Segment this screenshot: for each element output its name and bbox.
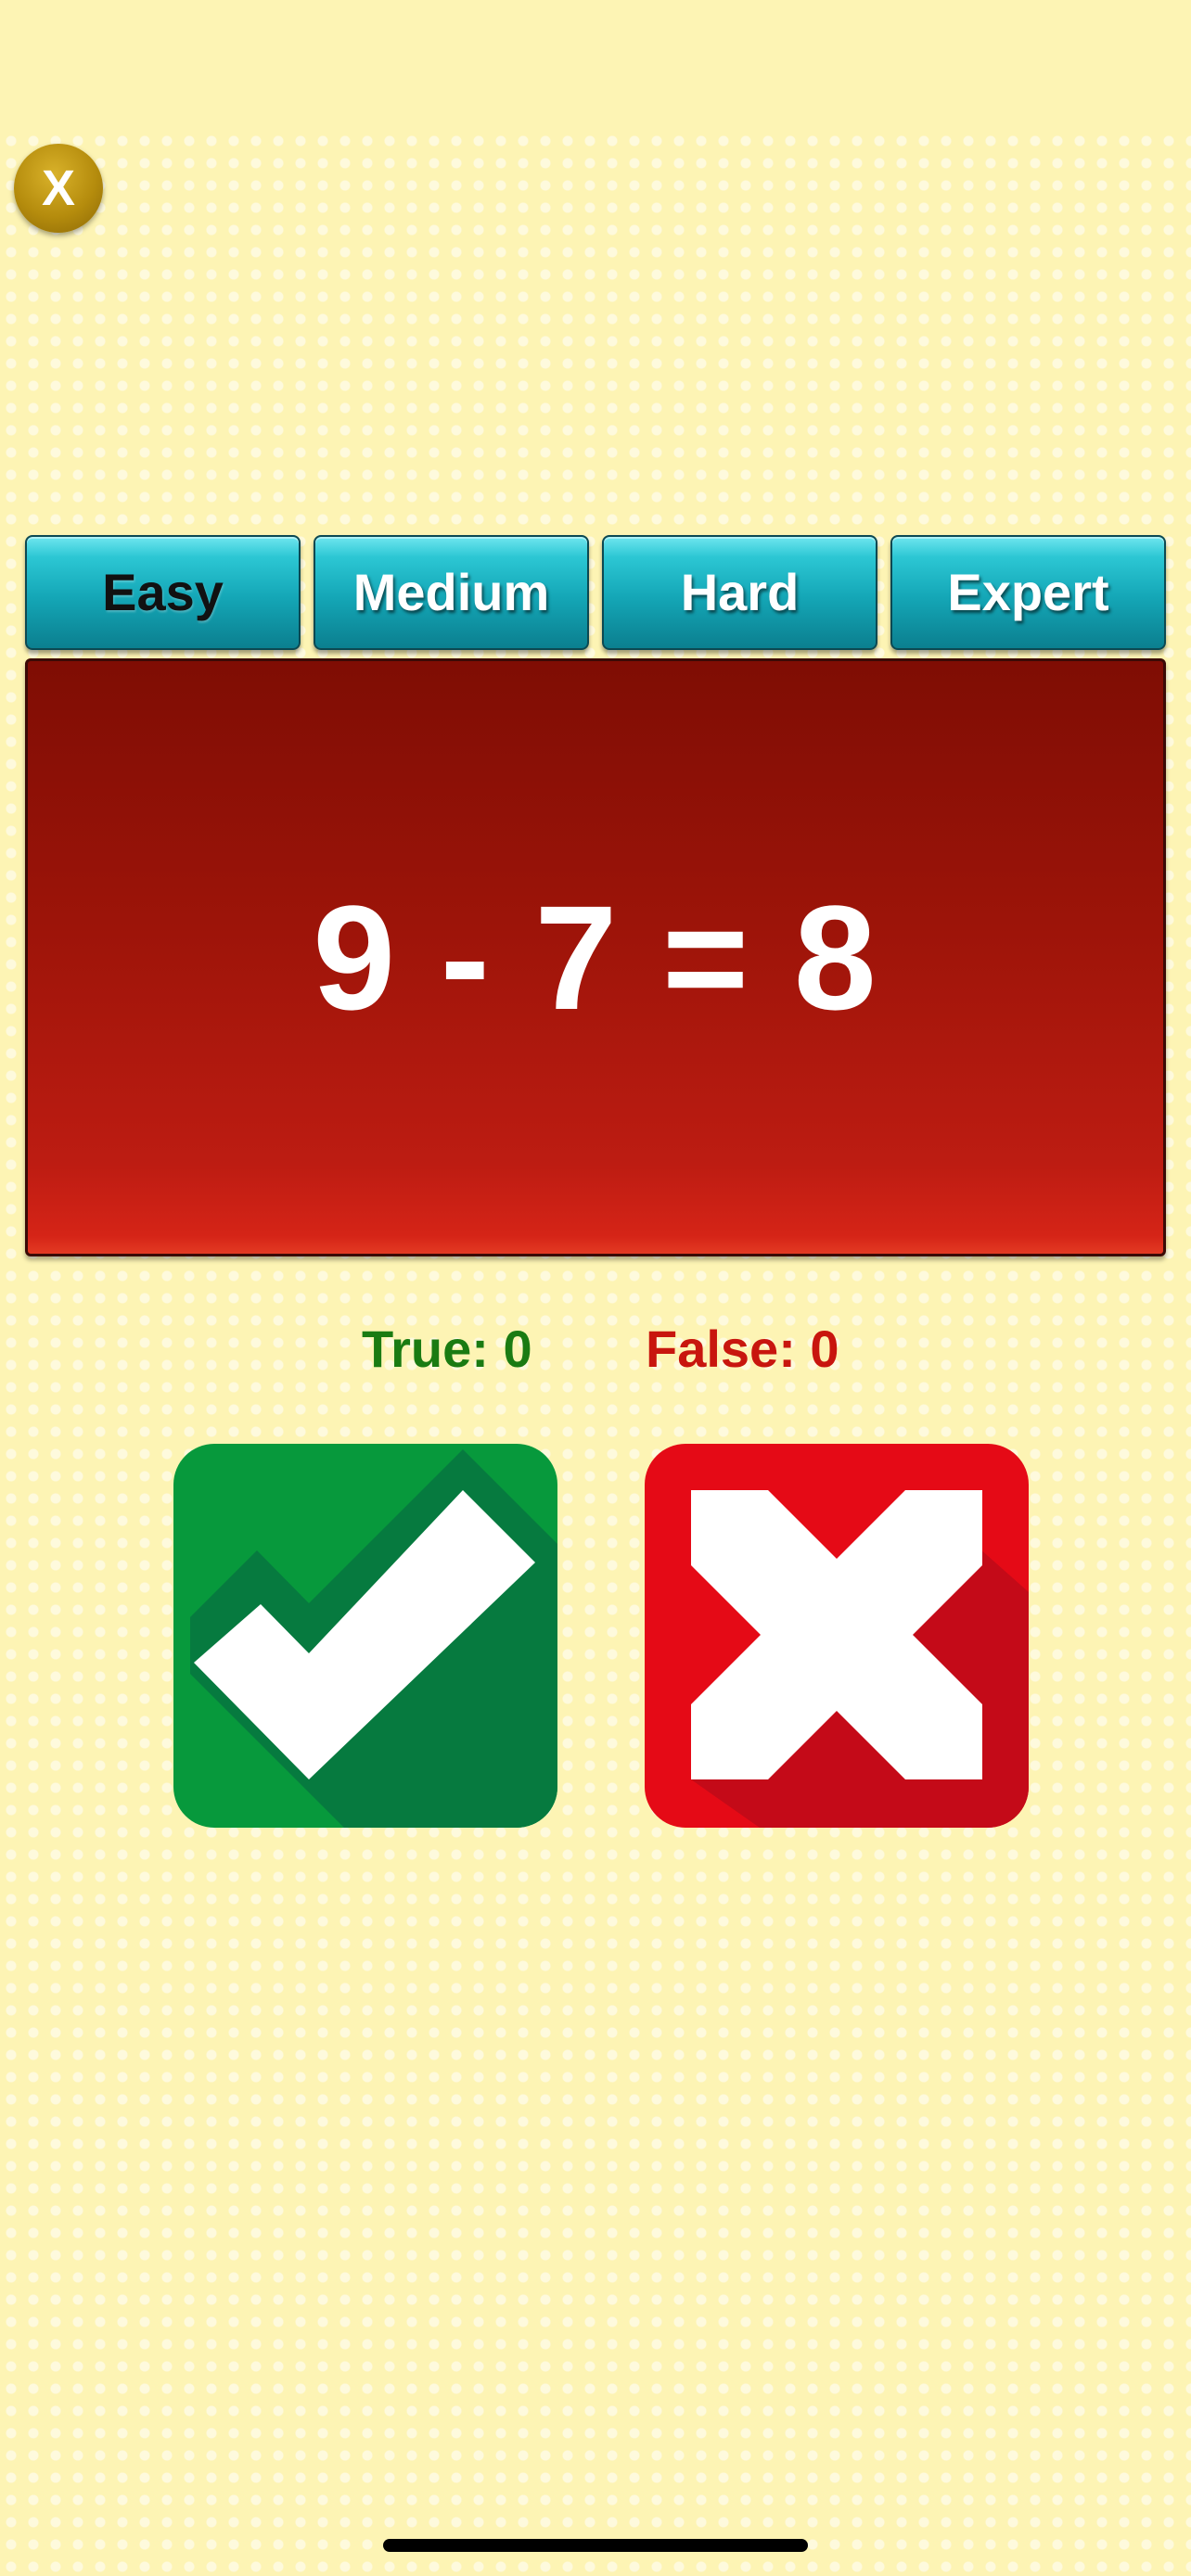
home-indicator (383, 2539, 808, 2552)
true-answer-button[interactable] (173, 1444, 557, 1828)
tab-medium[interactable]: Medium (314, 535, 589, 650)
tab-easy[interactable]: Easy (25, 535, 301, 650)
equation-panel: 9 - 7 = 8 (25, 658, 1166, 1256)
cross-icon (691, 1490, 1029, 1828)
equation-text: 9 - 7 = 8 (313, 874, 878, 1040)
false-score: False: 0 (646, 1320, 839, 1378)
false-answer-button[interactable] (645, 1444, 1029, 1828)
close-button[interactable]: X (14, 144, 103, 233)
checkmark-icon (190, 1449, 557, 1828)
tab-hard[interactable]: Hard (602, 535, 877, 650)
game-background (0, 130, 1191, 2576)
difficulty-tabs: Easy Medium Hard Expert (25, 535, 1166, 652)
true-score: True: 0 (362, 1320, 532, 1378)
top-bar (0, 0, 1191, 130)
tab-expert[interactable]: Expert (890, 535, 1166, 650)
